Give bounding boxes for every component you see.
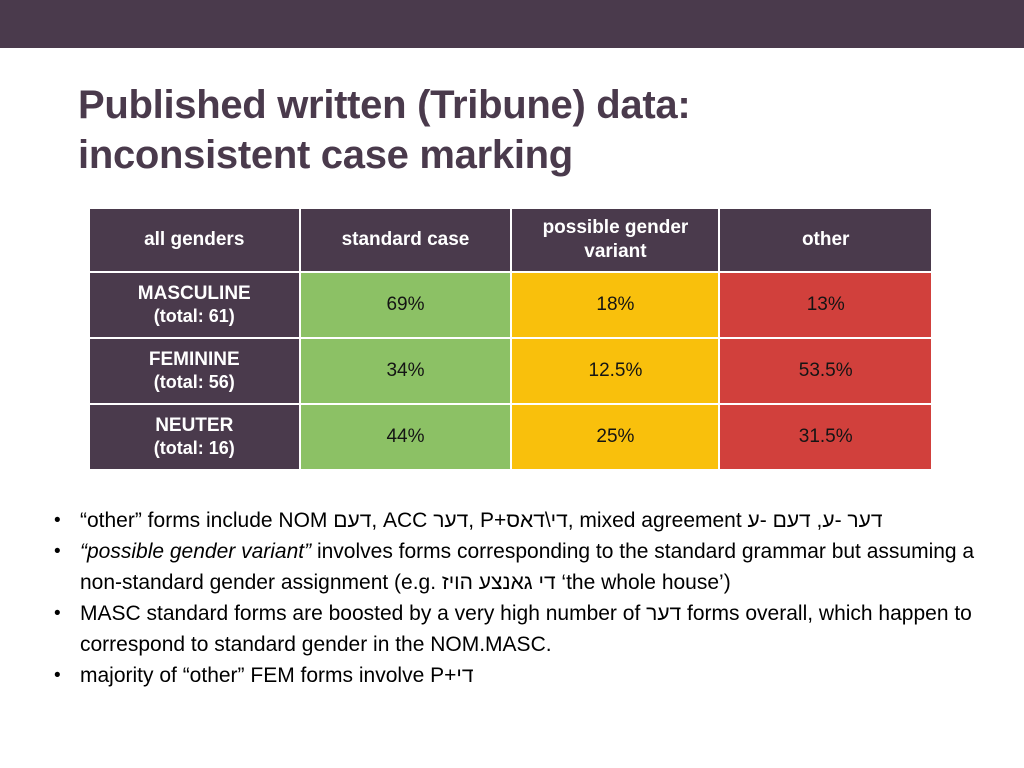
slide: Published written (Tribune) data: incons… — [0, 0, 1024, 768]
bullet-marker-icon: • — [54, 510, 61, 531]
row-label-total: (total: 56) — [153, 372, 235, 392]
row-label-name: MASCULINE — [137, 283, 251, 304]
table-row: FEMININE (total: 56) 34% 12.5% 53.5% — [90, 339, 931, 403]
page-title: Published written (Tribune) data: incons… — [78, 80, 958, 180]
bullet-text: MASC standard forms are boosted by a ver… — [80, 602, 972, 656]
table-body: MASCULINE (total: 61) 69% 18% 13% FEMINI… — [90, 273, 931, 469]
table-header: all genders standard case possible gende… — [90, 209, 931, 271]
bullet-masc-standard-forms: • MASC standard forms are boosted by a v… — [44, 598, 992, 660]
cell-masculine-standard-case: 69% — [300, 273, 511, 337]
cell-feminine-other: 53.5% — [720, 339, 931, 403]
bullet-marker-icon: • — [54, 603, 61, 624]
title-line-2: inconsistent case marking — [78, 133, 573, 177]
top-banner — [0, 0, 1024, 48]
cell-neuter-standard-case: 44% — [300, 405, 511, 469]
table-row: MASCULINE (total: 61) 69% 18% 13% — [90, 273, 931, 337]
table-row: NEUTER (total: 16) 44% 25% 31.5% — [90, 405, 931, 469]
cell-masculine-other: 13% — [720, 273, 931, 337]
column-header-other: other — [720, 209, 931, 271]
bullet-possible-gender-variant: • “possible gender variant” involves for… — [44, 536, 992, 598]
row-label-neuter: NEUTER (total: 16) — [90, 405, 299, 469]
row-label-total: (total: 61) — [153, 306, 235, 326]
row-label-total: (total: 16) — [153, 438, 235, 458]
bullet-marker-icon: • — [54, 541, 61, 562]
row-label-name: FEMININE — [148, 349, 240, 370]
column-header-possible-gender-variant: possible gender variant — [512, 209, 719, 271]
cell-masculine-possible-gender-variant: 18% — [512, 273, 719, 337]
bullet-text-emphasis: “possible gender variant” — [80, 540, 312, 563]
title-line-1: Published written (Tribune) data: — [78, 83, 691, 127]
cell-feminine-possible-gender-variant: 12.5% — [512, 339, 719, 403]
bullet-list: • “other” forms include NOM דעם, ACC דער… — [44, 505, 992, 691]
row-label-name: NEUTER — [155, 415, 234, 436]
cell-neuter-other: 31.5% — [720, 405, 931, 469]
cell-neuter-possible-gender-variant: 25% — [512, 405, 719, 469]
row-label-masculine: MASCULINE (total: 61) — [90, 273, 299, 337]
row-label-feminine: FEMININE (total: 56) — [90, 339, 299, 403]
bullet-majority-fem: • majority of “other” FEM forms involve … — [44, 660, 992, 691]
bullet-other-forms: • “other” forms include NOM דעם, ACC דער… — [44, 505, 992, 536]
column-header-all-genders: all genders — [90, 209, 299, 271]
bullet-text: “other” forms include NOM דעם, ACC דער, … — [80, 509, 883, 532]
column-header-standard-case: standard case — [300, 209, 511, 271]
bullet-text: majority of “other” FEM forms involve P+… — [80, 664, 474, 687]
bullet-marker-icon: • — [54, 665, 61, 686]
cell-feminine-standard-case: 34% — [300, 339, 511, 403]
table-header-row: all genders standard case possible gende… — [90, 209, 931, 271]
case-marking-table: all genders standard case possible gende… — [88, 207, 933, 471]
